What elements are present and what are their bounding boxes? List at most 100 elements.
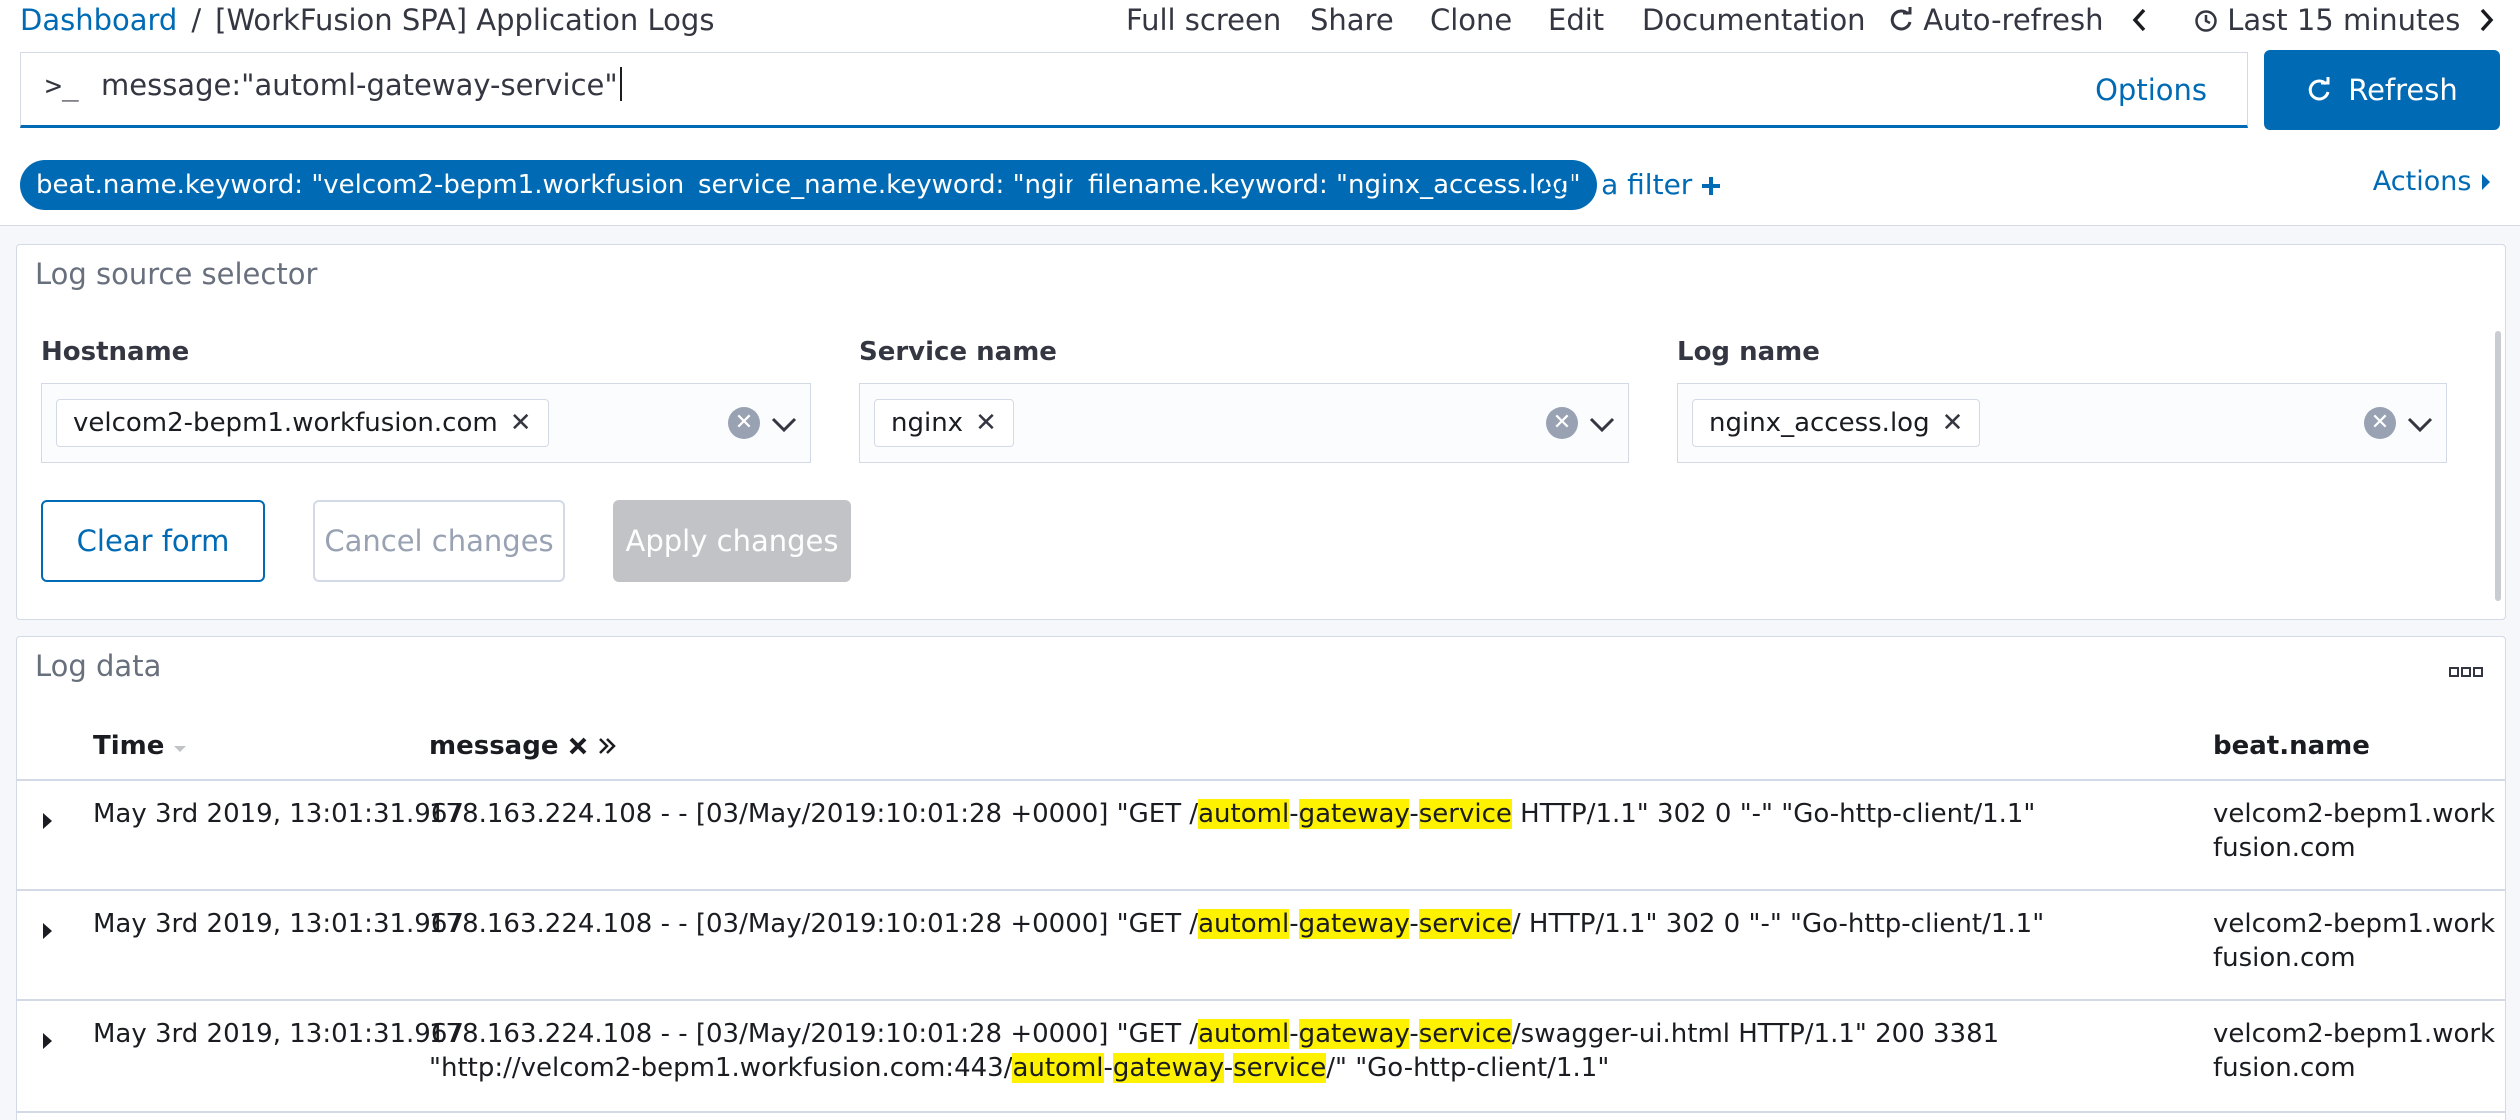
- cancel-changes-button[interactable]: Cancel changes: [313, 500, 565, 582]
- column-header-message[interactable]: message: [429, 731, 617, 761]
- plus-icon: [1702, 177, 1721, 195]
- auto-refresh-label: Auto-refresh: [1923, 3, 2104, 37]
- remove-chip-icon[interactable]: ✕: [1942, 408, 1964, 438]
- add-filter-link[interactable]: Add a filter: [1538, 168, 1721, 201]
- query-text[interactable]: message:"automl-gateway-service": [101, 67, 622, 102]
- service-name-chip: nginx ✕: [874, 399, 1014, 447]
- service-name-label: Service name: [859, 337, 1057, 367]
- breadcrumb-dashboard-link[interactable]: Dashboard: [20, 3, 177, 37]
- log-name-chip: nginx_access.log ✕: [1692, 399, 1981, 447]
- log-source-selector-panel: Log source selector Hostname velcom2-bep…: [16, 244, 2506, 620]
- row-message: 178.163.224.108 - - [03/May/2019:10:01:2…: [429, 1019, 2000, 1083]
- log-source-selector-title: Log source selector: [35, 257, 318, 291]
- filter-pill-filename[interactable]: filename.keyword: "nginx_access.log": [1072, 160, 1597, 210]
- actions-menu[interactable]: Actions: [2373, 166, 2492, 197]
- chevron-down-icon[interactable]: [770, 410, 798, 438]
- log-data-panel: Log data Time message beat.name May 3rd …: [16, 636, 2506, 1120]
- row-time: May 3rd 2019, 13:01:31.967: [93, 1019, 464, 1049]
- row-message: 178.163.224.108 - - [03/May/2019:10:01:2…: [429, 909, 2045, 939]
- highlight: service: [1418, 799, 1512, 829]
- service-name-combobox[interactable]: nginx ✕ ✕: [859, 383, 1629, 463]
- panel-scrollbar[interactable]: [2495, 331, 2501, 601]
- time-back-button[interactable]: [2130, 3, 2150, 37]
- row-message: 178.163.224.108 - - [03/May/2019:10:01:2…: [429, 799, 2036, 829]
- remove-chip-icon[interactable]: ✕: [975, 408, 997, 438]
- sort-down-icon[interactable]: [173, 744, 187, 754]
- hostname-chip-label: velcom2-bepm1.workfusion.com: [73, 408, 498, 438]
- time-forward-button[interactable]: [2476, 3, 2496, 37]
- hostname-combobox[interactable]: velcom2-bepm1.workfusion.com ✕ ✕: [41, 383, 811, 463]
- row-divider: [17, 1111, 2505, 1113]
- beat-name-text: velcom2-bepm1.workfusion.com: [2213, 909, 2496, 973]
- clear-icon[interactable]: ✕: [2364, 407, 2396, 439]
- top-nav-bar: Dashboard / [WorkFusion SPA] Application L…: [0, 0, 2520, 46]
- query-value: message:"automl-gateway-service": [101, 68, 618, 102]
- refresh-icon: [1890, 7, 1912, 31]
- remove-column-icon[interactable]: [568, 736, 588, 756]
- log-name-combobox[interactable]: nginx_access.log ✕ ✕: [1677, 383, 2447, 463]
- actions-label: Actions: [2372, 166, 2472, 197]
- message-text: /" "Go-http-client/1.1": [1326, 1053, 1610, 1083]
- auto-refresh-button[interactable]: Auto-refresh: [1888, 3, 2104, 37]
- message-text: / HTTP/1.1" 302 0 "-" "Go-http-client/1.…: [1511, 909, 2045, 939]
- chevron-right-icon: [2480, 8, 2494, 32]
- remove-chip-icon[interactable]: ✕: [510, 408, 532, 438]
- move-column-right-icon[interactable]: [597, 736, 617, 756]
- clear-icon[interactable]: ✕: [728, 407, 760, 439]
- chevron-left-icon: [2132, 8, 2146, 32]
- clear-form-button[interactable]: Clear form: [41, 500, 265, 582]
- table-row: May 3rd 2019, 13:01:31.967 178.163.224.1…: [17, 781, 2505, 889]
- time-header-label: Time: [93, 731, 165, 761]
- filter-bar: beat.name.keyword: "velcom2-bepm1.workfu…: [0, 146, 2520, 226]
- beat-name-text: velcom2-bepm1.workfusion.com: [2213, 1019, 2496, 1083]
- refresh-icon: [2308, 77, 2330, 101]
- clear-icon[interactable]: ✕: [1546, 407, 1578, 439]
- text-caret: [619, 67, 622, 101]
- message-text: 178.163.224.108 - - [03/May/2019:10:01:2…: [429, 799, 1199, 829]
- hostname-label: Hostname: [41, 337, 190, 367]
- breadcrumb: Dashboard / [WorkFusion SPA] Application L…: [20, 3, 714, 37]
- edit-link[interactable]: Edit: [1548, 3, 1604, 37]
- chevron-down-icon[interactable]: [1588, 410, 1616, 438]
- hostname-chip: velcom2-bepm1.workfusion.com ✕: [56, 399, 549, 447]
- row-time: May 3rd 2019, 13:01:31.967: [93, 909, 464, 939]
- log-data-title: Log data: [35, 649, 162, 683]
- row-beat-name: velcom2-bepm1.workfusion.com: [2213, 797, 2499, 865]
- filter-pill-service-name[interactable]: service_name.keyword: "nginx": [682, 160, 1125, 210]
- column-header-beat-name[interactable]: beat.name: [2213, 731, 2370, 761]
- service-name-chip-label: nginx: [891, 408, 964, 438]
- query-bar: >_ message:"automl-gateway-service" Opti…: [0, 46, 2520, 146]
- row-time: May 3rd 2019, 13:01:31.967: [93, 799, 464, 829]
- expand-row-icon[interactable]: [43, 1033, 52, 1049]
- highlight: automl: [1012, 1053, 1104, 1083]
- query-prompt-icon: >_: [45, 69, 79, 102]
- beat-name-text: velcom2-bepm1.workfusion.com: [2213, 799, 2496, 863]
- full-screen-link[interactable]: Full screen: [1126, 3, 1281, 37]
- clone-link[interactable]: Clone: [1430, 3, 1512, 37]
- query-input[interactable]: >_ message:"automl-gateway-service" Opti…: [20, 52, 2248, 128]
- highlight: gateway: [1298, 1019, 1410, 1049]
- highlight: service: [1233, 1053, 1327, 1083]
- highlight: gateway: [1112, 1053, 1224, 1083]
- message-text: HTTP/1.1" 302 0 "-" "Go-http-client/1.1": [1511, 799, 2036, 829]
- column-header-time[interactable]: Time: [93, 731, 187, 761]
- refresh-button[interactable]: Refresh: [2264, 50, 2500, 130]
- message-header-label: message: [429, 731, 559, 761]
- chevron-down-icon[interactable]: [2406, 410, 2434, 438]
- documentation-link[interactable]: Documentation: [1642, 3, 1866, 37]
- row-beat-name: velcom2-bepm1.workfusion.com: [2213, 1017, 2499, 1085]
- filter-pill-beat-name[interactable]: beat.name.keyword: "velcom2-bepm1.workfu…: [20, 160, 776, 210]
- time-picker-button[interactable]: Last 15 minutes: [2194, 3, 2460, 37]
- query-options-link[interactable]: Options: [2095, 73, 2207, 107]
- caret-right-icon: [2482, 174, 2490, 190]
- apply-changes-button[interactable]: Apply changes: [613, 500, 851, 582]
- row-beat-name: velcom2-bepm1.workfusion.com: [2213, 907, 2499, 975]
- share-link[interactable]: Share: [1310, 3, 1394, 37]
- message-text: 178.163.224.108 - - [03/May/2019:10:01:2…: [429, 1019, 1199, 1049]
- expand-row-icon[interactable]: [43, 923, 52, 939]
- more-options-icon[interactable]: [2449, 665, 2483, 679]
- table-row: May 3rd 2019, 13:01:31.967 178.163.224.1…: [17, 1001, 2505, 1111]
- clock-icon: [2195, 10, 2217, 32]
- expand-row-icon[interactable]: [43, 813, 52, 829]
- highlight: gateway: [1298, 799, 1410, 829]
